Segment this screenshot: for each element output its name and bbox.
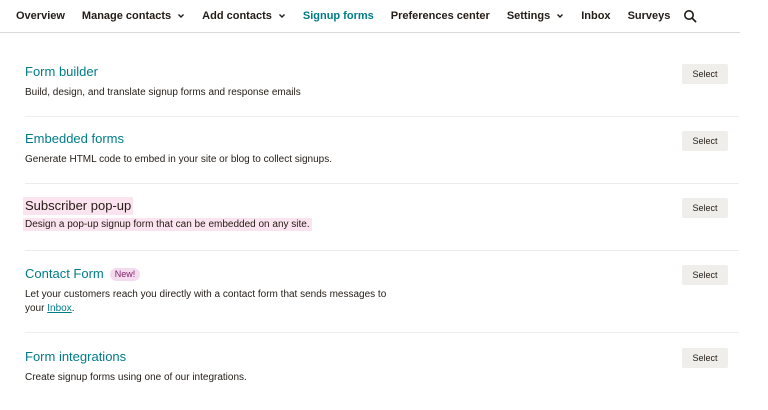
- form-row-form-integrations: Form integrations Create signup forms us…: [25, 348, 739, 385]
- form-integrations-select-button[interactable]: Select: [682, 348, 728, 368]
- nav-manage-contacts[interactable]: Manage contacts: [82, 10, 185, 22]
- nav-preferences-center-label: Preferences center: [390, 10, 490, 22]
- embedded-forms-description: Generate HTML code to embed in your site…: [25, 154, 333, 165]
- nav-preferences-center[interactable]: Preferences center: [391, 10, 490, 22]
- form-row-subscriber-popup: Subscriber pop-up Design a pop-up signup…: [23, 197, 739, 232]
- form-row-form-builder: Form builder Build, design, and translat…: [25, 63, 739, 100]
- contact-form-title[interactable]: Contact Form: [25, 266, 104, 282]
- nav-settings-label: Settings: [506, 10, 551, 22]
- form-integrations-title[interactable]: Form integrations: [25, 349, 126, 365]
- nav-signup-forms[interactable]: Signup forms: [303, 10, 374, 22]
- nav-surveys[interactable]: Surveys: [628, 10, 671, 22]
- embedded-forms-title[interactable]: Embedded forms: [25, 131, 124, 147]
- form-builder-title[interactable]: Form builder: [25, 64, 98, 80]
- search-icon[interactable]: [683, 9, 697, 23]
- chevron-down-icon: [278, 14, 285, 18]
- form-builder-description: Build, design, and translate signup form…: [25, 87, 301, 98]
- subscriber-popup-select-button[interactable]: Select: [682, 198, 728, 218]
- subscriber-popup-title[interactable]: Subscriber pop-up: [23, 197, 134, 215]
- contact-form-description: Let your customers reach you directly wi…: [25, 288, 739, 316]
- nav-settings[interactable]: Settings: [507, 10, 564, 22]
- new-badge: New!: [109, 268, 141, 281]
- nav-overview[interactable]: Overview: [16, 10, 65, 22]
- chevron-down-icon: [557, 14, 564, 18]
- contact-form-description-line1: Let your customers reach you directly wi…: [25, 289, 387, 300]
- chevron-down-icon: [178, 14, 185, 18]
- row-divider: [25, 332, 739, 333]
- nav-overview-label: Overview: [16, 10, 65, 22]
- nav-add-contacts[interactable]: Add contacts: [202, 10, 286, 22]
- row-divider: [25, 116, 739, 117]
- embedded-forms-select-button[interactable]: Select: [682, 131, 728, 151]
- top-nav: Overview Manage contacts Add contacts Si…: [0, 0, 740, 33]
- form-builder-select-button[interactable]: Select: [682, 64, 728, 84]
- row-divider: [25, 183, 739, 184]
- form-row-contact-form: Contact Form New! Let your customers reac…: [25, 265, 739, 316]
- nav-surveys-label: Surveys: [627, 10, 671, 22]
- contact-form-description-prefix: your: [25, 303, 48, 314]
- nav-manage-contacts-label: Manage contacts: [81, 10, 172, 22]
- nav-add-contacts-label: Add contacts: [202, 10, 272, 22]
- row-divider: [25, 250, 739, 251]
- nav-inbox[interactable]: Inbox: [581, 10, 610, 22]
- contact-form-description-suffix: .: [71, 303, 75, 314]
- inbox-link[interactable]: Inbox: [47, 303, 71, 314]
- subscriber-popup-description: Design a pop-up signup form that can be …: [23, 218, 312, 231]
- form-integrations-description: Create signup forms using one of our int…: [25, 372, 247, 383]
- nav-signup-forms-label: Signup forms: [302, 10, 374, 22]
- form-row-embedded-forms: Embedded forms Generate HTML code to emb…: [25, 130, 739, 167]
- contact-form-select-button[interactable]: Select: [682, 265, 728, 285]
- nav-inbox-label: Inbox: [581, 10, 611, 22]
